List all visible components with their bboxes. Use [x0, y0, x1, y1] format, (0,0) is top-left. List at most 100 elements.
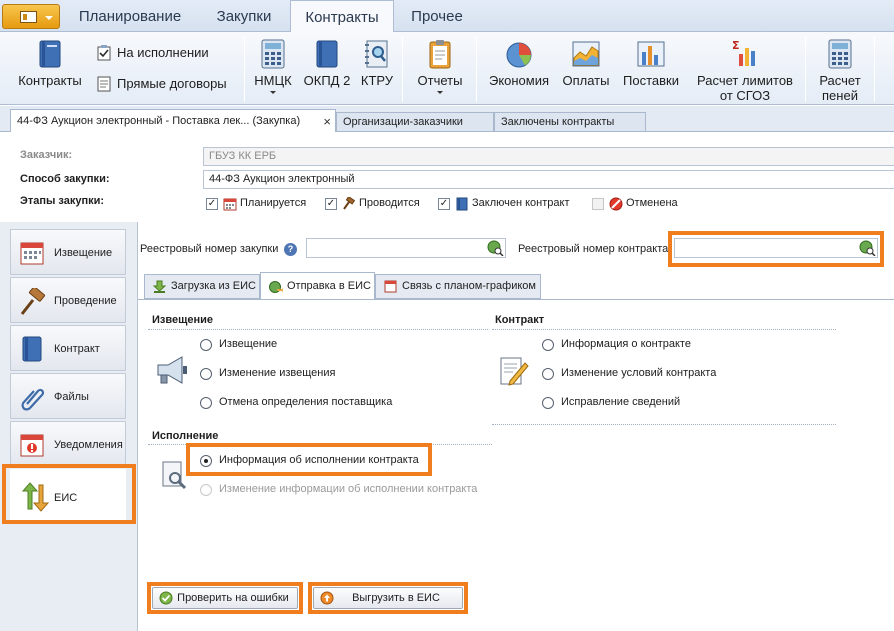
- tab-contracts[interactable]: Контракты: [290, 0, 394, 33]
- purchase-registry-label: Реестровый номер закупки: [140, 243, 279, 255]
- edit-document-icon: [500, 357, 529, 386]
- limits-button[interactable]: Σ Расчет лимитов от СГОЗ: [690, 38, 800, 103]
- calendar-alert-icon: [20, 434, 44, 457]
- radio-button[interactable]: [200, 397, 212, 409]
- radio-label: Информация об исполнении контракта: [219, 454, 419, 466]
- section-divider: [148, 444, 492, 445]
- tab-purchases[interactable]: Закупки: [200, 0, 288, 32]
- clipboard-icon: [429, 40, 451, 69]
- tab-other[interactable]: Прочее: [396, 0, 478, 32]
- upload-circle-icon: [320, 591, 334, 605]
- tab-planning[interactable]: Планирование: [66, 0, 194, 32]
- gavel-icon: [20, 288, 46, 315]
- nmck-label: НМЦК: [254, 73, 292, 88]
- radio-button[interactable]: [200, 368, 212, 380]
- direct-contracts-button[interactable]: Прямые договоры: [97, 74, 237, 94]
- reports-button[interactable]: Отчеты: [410, 38, 470, 94]
- deliveries-label: Поставки: [623, 73, 679, 88]
- tab-divider: [138, 299, 894, 300]
- contract-registry-label: Реестровый номер контракта: [518, 243, 669, 255]
- section-divider: [492, 329, 836, 330]
- radio-button[interactable]: [542, 339, 554, 351]
- close-icon[interactable]: ×: [323, 110, 331, 132]
- ktru-label: КТРУ: [360, 73, 394, 88]
- radio-label: Информация о контракте: [561, 338, 691, 350]
- reports-label: Отчеты: [417, 73, 463, 88]
- radio-button[interactable]: [542, 368, 554, 380]
- radio-button[interactable]: [200, 455, 212, 467]
- limits-label-line1: Расчет лимитов: [697, 73, 793, 88]
- in-execution-button[interactable]: На исполнении: [97, 43, 237, 63]
- stage-cancelled[interactable]: Отменена: [592, 196, 692, 212]
- nav-item-conduct[interactable]: Проведение: [10, 277, 126, 323]
- stage-planned-checkbox[interactable]: ✓: [206, 198, 218, 210]
- stage-in-progress[interactable]: ✓ Проводится: [325, 196, 435, 212]
- chevron-down-icon: [270, 91, 276, 94]
- check-errors-label: Проверить на ошибки: [177, 592, 289, 604]
- nav-item-notice[interactable]: Извещение: [10, 229, 126, 275]
- book-icon: [456, 197, 468, 211]
- payments-button[interactable]: Оплаты: [558, 38, 614, 88]
- stage-cancelled-checkbox[interactable]: [592, 198, 604, 210]
- radio-button[interactable]: [200, 339, 212, 351]
- check-errors-button[interactable]: Проверить на ошибки: [152, 587, 298, 609]
- eis-panel: Реестровый номер закупки ? Реестровый но…: [138, 222, 894, 631]
- calculator-icon: [261, 39, 285, 69]
- economy-button[interactable]: Экономия: [484, 38, 554, 88]
- stage-planned[interactable]: ✓ Планируется: [206, 196, 321, 212]
- penalty-label-line1: Расчет: [819, 73, 861, 88]
- app-menu-button[interactable]: [2, 4, 60, 29]
- globe-search-icon[interactable]: [487, 240, 504, 256]
- stage-contract-concluded-label: Заключен контракт: [472, 197, 570, 209]
- upload-to-eis-label: Выгрузить в ЕИС: [352, 592, 440, 604]
- penalty-button[interactable]: Расчет пеней: [812, 38, 868, 103]
- tab-label: Загрузка из ЕИС: [171, 280, 256, 292]
- upload-to-eis-button[interactable]: Выгрузить в ЕИС: [313, 587, 463, 609]
- contract-registry-input[interactable]: [674, 238, 878, 258]
- radio-button[interactable]: [200, 484, 212, 496]
- payments-label: Оплаты: [562, 73, 610, 88]
- download-icon: [153, 280, 166, 293]
- stages-label: Этапы закупки:: [20, 195, 105, 207]
- paperclip-icon: [21, 388, 45, 411]
- globe-search-icon[interactable]: [859, 240, 876, 256]
- tab-send-to-eis[interactable]: Отправка в ЕИС: [260, 272, 375, 300]
- chevron-down-icon: [437, 91, 443, 94]
- nav-item-label: Уведомления: [54, 439, 123, 451]
- customer-label: Заказчик:: [20, 149, 73, 161]
- nav-item-eis[interactable]: ЕИС: [10, 469, 126, 521]
- bar-chart-icon: [637, 41, 665, 67]
- radio-label: Изменение условий контракта: [561, 367, 717, 379]
- clipboard-check-icon: [97, 45, 111, 61]
- tab-link-schedule[interactable]: Связь с планом-графиком: [375, 274, 541, 299]
- okpd-button[interactable]: ОКПД 2: [299, 38, 355, 88]
- nmck-button[interactable]: НМЦК: [251, 38, 295, 94]
- nav-item-notifications[interactable]: Уведомления: [10, 421, 126, 467]
- stage-in-progress-checkbox[interactable]: ✓: [325, 198, 337, 210]
- doc-tab-organizations[interactable]: Организации-заказчики: [336, 112, 494, 132]
- ribbon-tab-bar: Планирование Закупки Контракты Прочее: [0, 0, 894, 33]
- deliveries-button[interactable]: Поставки: [618, 38, 684, 88]
- book-icon: [316, 40, 338, 68]
- radio-label: Исправление сведений: [561, 396, 681, 408]
- calendar-icon: [223, 198, 237, 211]
- document-icon: [97, 76, 111, 92]
- up-down-arrows-icon: [21, 482, 49, 512]
- ktru-button[interactable]: КТРУ: [357, 38, 397, 88]
- help-icon[interactable]: ?: [284, 243, 297, 256]
- contracts-button[interactable]: Контракты: [10, 38, 90, 88]
- doc-tab-concluded-contracts[interactable]: Заключены контракты: [494, 112, 646, 132]
- nav-item-contract[interactable]: Контракт: [10, 325, 126, 371]
- tab-load-from-eis[interactable]: Загрузка из ЕИС: [144, 274, 260, 299]
- method-field[interactable]: 44-ФЗ Аукцион электронный: [203, 170, 894, 189]
- stage-contract-concluded[interactable]: ✓ Заключен контракт: [438, 196, 588, 212]
- stage-contract-concluded-checkbox[interactable]: ✓: [438, 198, 450, 210]
- ribbon-separator: [805, 36, 806, 102]
- doc-tab-purchase[interactable]: 44-ФЗ Аукцион электронный - Поставка лек…: [10, 109, 336, 133]
- radio-label: Отмена определения поставщика: [219, 396, 393, 408]
- nav-item-files[interactable]: Файлы: [10, 373, 126, 419]
- purchase-registry-input[interactable]: [306, 238, 506, 258]
- document-tab-bar: 44-ФЗ Аукцион электронный - Поставка лек…: [0, 106, 894, 133]
- radio-button[interactable]: [542, 397, 554, 409]
- book-icon: [22, 336, 42, 362]
